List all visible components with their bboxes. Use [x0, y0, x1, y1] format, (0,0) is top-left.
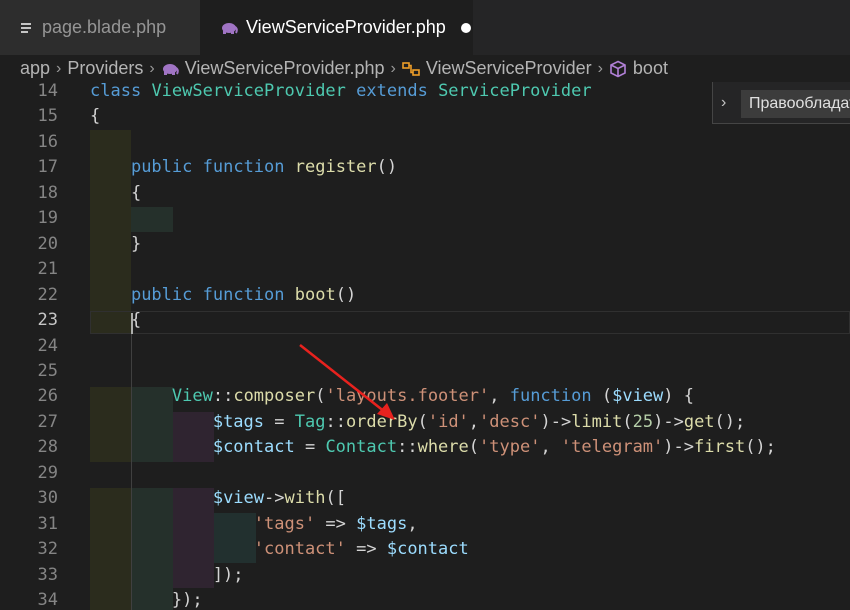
annotation-arrow-icon — [299, 344, 395, 420]
